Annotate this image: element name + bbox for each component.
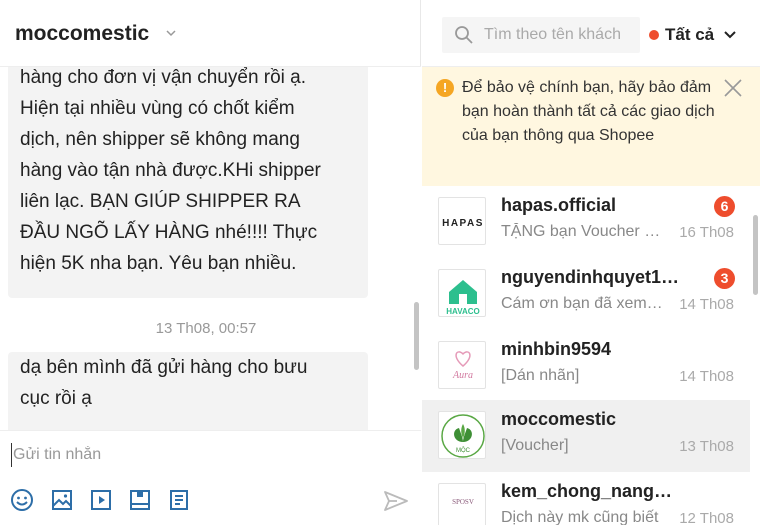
- message-line: dịch, nên shipper sẽ không mang: [20, 129, 300, 150]
- chat-title[interactable]: moccomestic: [15, 22, 149, 46]
- conversation-preview: Dịch này mk cũng biết: [501, 509, 659, 525]
- conversation-item[interactable]: SPOSV kem_chong_nang_store Dịch này mk c…: [422, 472, 750, 525]
- chat-scrollbar[interactable]: [414, 302, 419, 370]
- avatar-logo-text: MỘC: [456, 447, 471, 454]
- conversation-item[interactable]: HAPAS hapas.official 6 TẶNG bạn Voucher …: [422, 186, 750, 258]
- conversation-name: minhbin9594: [501, 339, 612, 359]
- conversation-date: 13 Th08: [679, 438, 734, 455]
- avatar-logo-text: HAVACO: [446, 307, 479, 316]
- image-icon[interactable]: [50, 488, 74, 512]
- notice-text: Để bảo vệ chính bạn, hãy bảo đảm bạn hoà…: [462, 79, 715, 144]
- conversation-date: 14 Th08: [679, 296, 734, 313]
- conversation-item-active[interactable]: MỘC moccomestic [Voucher] 13 Th08: [422, 400, 750, 472]
- conversation-name: nguyendinhquyet1234: [501, 267, 681, 287]
- message-line: hiện 5K nha bạn. Yêu bạn nhiều.: [20, 253, 297, 274]
- conversation-date: 12 Th08: [679, 510, 734, 525]
- list-toolbar: Tất cả: [422, 0, 760, 67]
- message-input[interactable]: [11, 443, 371, 467]
- search-icon: [455, 26, 473, 44]
- unread-badge: 3: [714, 268, 735, 289]
- list-scrollbar[interactable]: [753, 215, 758, 295]
- avatar-logo-text: SPOSV: [452, 498, 474, 506]
- message-line: hàng cho đơn vị vận chuyển rồi ạ.: [20, 67, 307, 88]
- product-icon[interactable]: [128, 488, 152, 512]
- message-line: liên lạc. BẠN GIÚP SHIPPER RA: [20, 191, 301, 212]
- video-icon[interactable]: [89, 488, 113, 512]
- warning-icon: !: [436, 79, 454, 97]
- message-line: hàng vào tận nhà được.KHi shipper: [20, 160, 321, 181]
- conversation-item[interactable]: Aura minhbin9594 [Dán nhãn] 14 Th08: [422, 330, 750, 402]
- close-icon[interactable]: [723, 78, 743, 98]
- avatar: HAPAS: [438, 197, 486, 245]
- conversation-preview: [Dán nhãn]: [501, 367, 580, 384]
- conversation-name: hapas.official: [501, 195, 617, 215]
- chat-pane: moccomestic hàng cho đơn vị vận chuyển r…: [0, 0, 421, 525]
- message-line: ĐẦU NGÕ LẤY HÀNG nhé!!!! Thực: [20, 222, 318, 243]
- message-bubble: hàng cho đơn vị vận chuyển rồi ạ. Hiện t…: [8, 67, 368, 298]
- avatar-logo-text: HAPAS: [442, 218, 484, 229]
- send-icon[interactable]: [383, 489, 409, 513]
- conversation-item[interactable]: HAVACO nguyendinhquyet1234 3 Cám ơn bạn …: [422, 258, 750, 330]
- filter-status-dot: [649, 30, 659, 40]
- unread-badge: 6: [714, 196, 735, 217]
- message-timestamp: 13 Th08, 00:57: [155, 320, 257, 337]
- avatar: SPOSV: [438, 483, 486, 525]
- search-box[interactable]: [442, 17, 640, 53]
- search-input[interactable]: [484, 24, 639, 46]
- conversation-name: moccomestic: [501, 409, 617, 429]
- conversation-date: 14 Th08: [679, 368, 734, 385]
- conversation-list-pane: Tất cả ! Để bảo vệ chính bạn, hãy bảo đả…: [422, 0, 760, 525]
- safety-notice: ! Để bảo vệ chính bạn, hãy bảo đảm bạn h…: [422, 67, 760, 186]
- conversation-preview: [Voucher]: [501, 437, 569, 454]
- conversation-name: kem_chong_nang_store: [501, 481, 681, 501]
- filter-label: Tất cả: [665, 25, 715, 44]
- avatar: HAVACO: [438, 269, 486, 317]
- conversation-date: 16 Th08: [679, 224, 734, 241]
- message-line: cục rồi ạ: [20, 388, 92, 409]
- composer: [0, 430, 421, 525]
- message-line: dạ bên mình đã gửi hàng cho bưu: [20, 357, 308, 378]
- message-bubble: dạ bên mình đã gửi hàng cho bưu cục rồi …: [8, 352, 368, 430]
- chat-header: moccomestic: [0, 0, 421, 67]
- filter-dropdown[interactable]: Tất cả: [649, 22, 737, 48]
- conversation-preview: Cám ơn bạn đã xem hàng: [501, 295, 666, 312]
- avatar-logo-text: Aura: [452, 370, 473, 381]
- chevron-down-icon[interactable]: [165, 27, 177, 39]
- order-icon[interactable]: [167, 488, 191, 512]
- avatar: Aura: [438, 341, 486, 389]
- message-list[interactable]: hàng cho đơn vị vận chuyển rồi ạ. Hiện t…: [0, 67, 421, 430]
- chevron-down-icon: [724, 31, 736, 39]
- emoji-icon[interactable]: [10, 488, 34, 512]
- conversation-preview: TẶNG bạn Voucher giảm giá: [501, 223, 666, 240]
- avatar: MỘC: [438, 411, 486, 459]
- message-line: Hiện tại nhiều vùng có chốt kiểm: [20, 98, 295, 119]
